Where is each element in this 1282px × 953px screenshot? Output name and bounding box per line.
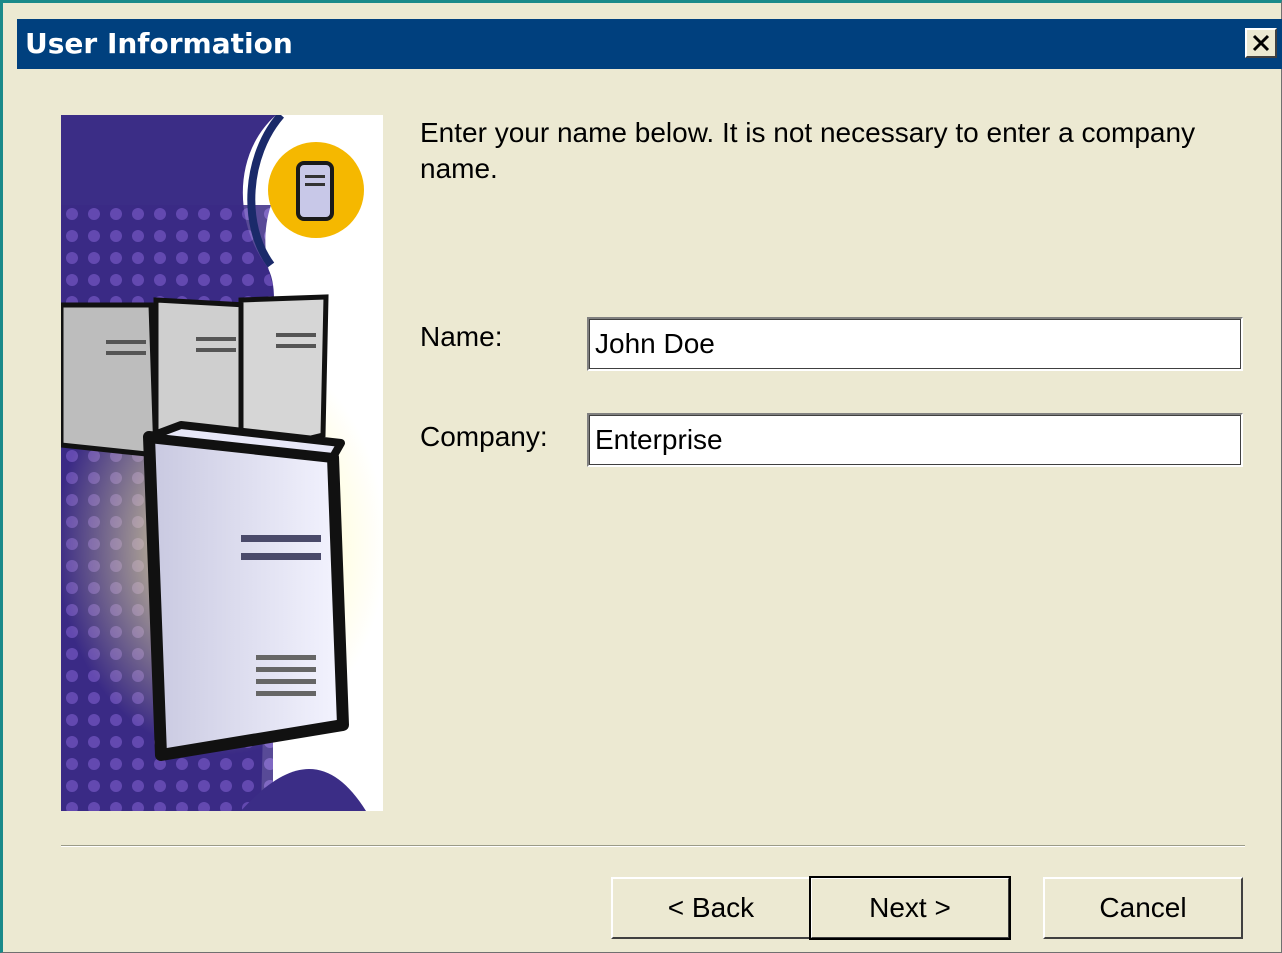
- close-icon: [1252, 34, 1270, 52]
- back-button[interactable]: < Back: [611, 877, 811, 939]
- name-input[interactable]: [587, 317, 1243, 371]
- next-button[interactable]: Next >: [809, 876, 1011, 940]
- cancel-button[interactable]: Cancel: [1043, 877, 1243, 939]
- company-input[interactable]: [587, 413, 1243, 467]
- server-illustration: [61, 115, 383, 811]
- separator: [61, 845, 1245, 847]
- instruction-text: Enter your name below. It is not necessa…: [420, 117, 1196, 184]
- close-button[interactable]: [1245, 28, 1277, 58]
- name-label: Name:: [420, 321, 503, 352]
- setup-dialog: User Information Enter your name below. …: [0, 0, 1282, 953]
- window-title: User Information: [25, 27, 293, 60]
- company-label: Company:: [420, 421, 548, 452]
- title-bar[interactable]: User Information: [17, 19, 1282, 69]
